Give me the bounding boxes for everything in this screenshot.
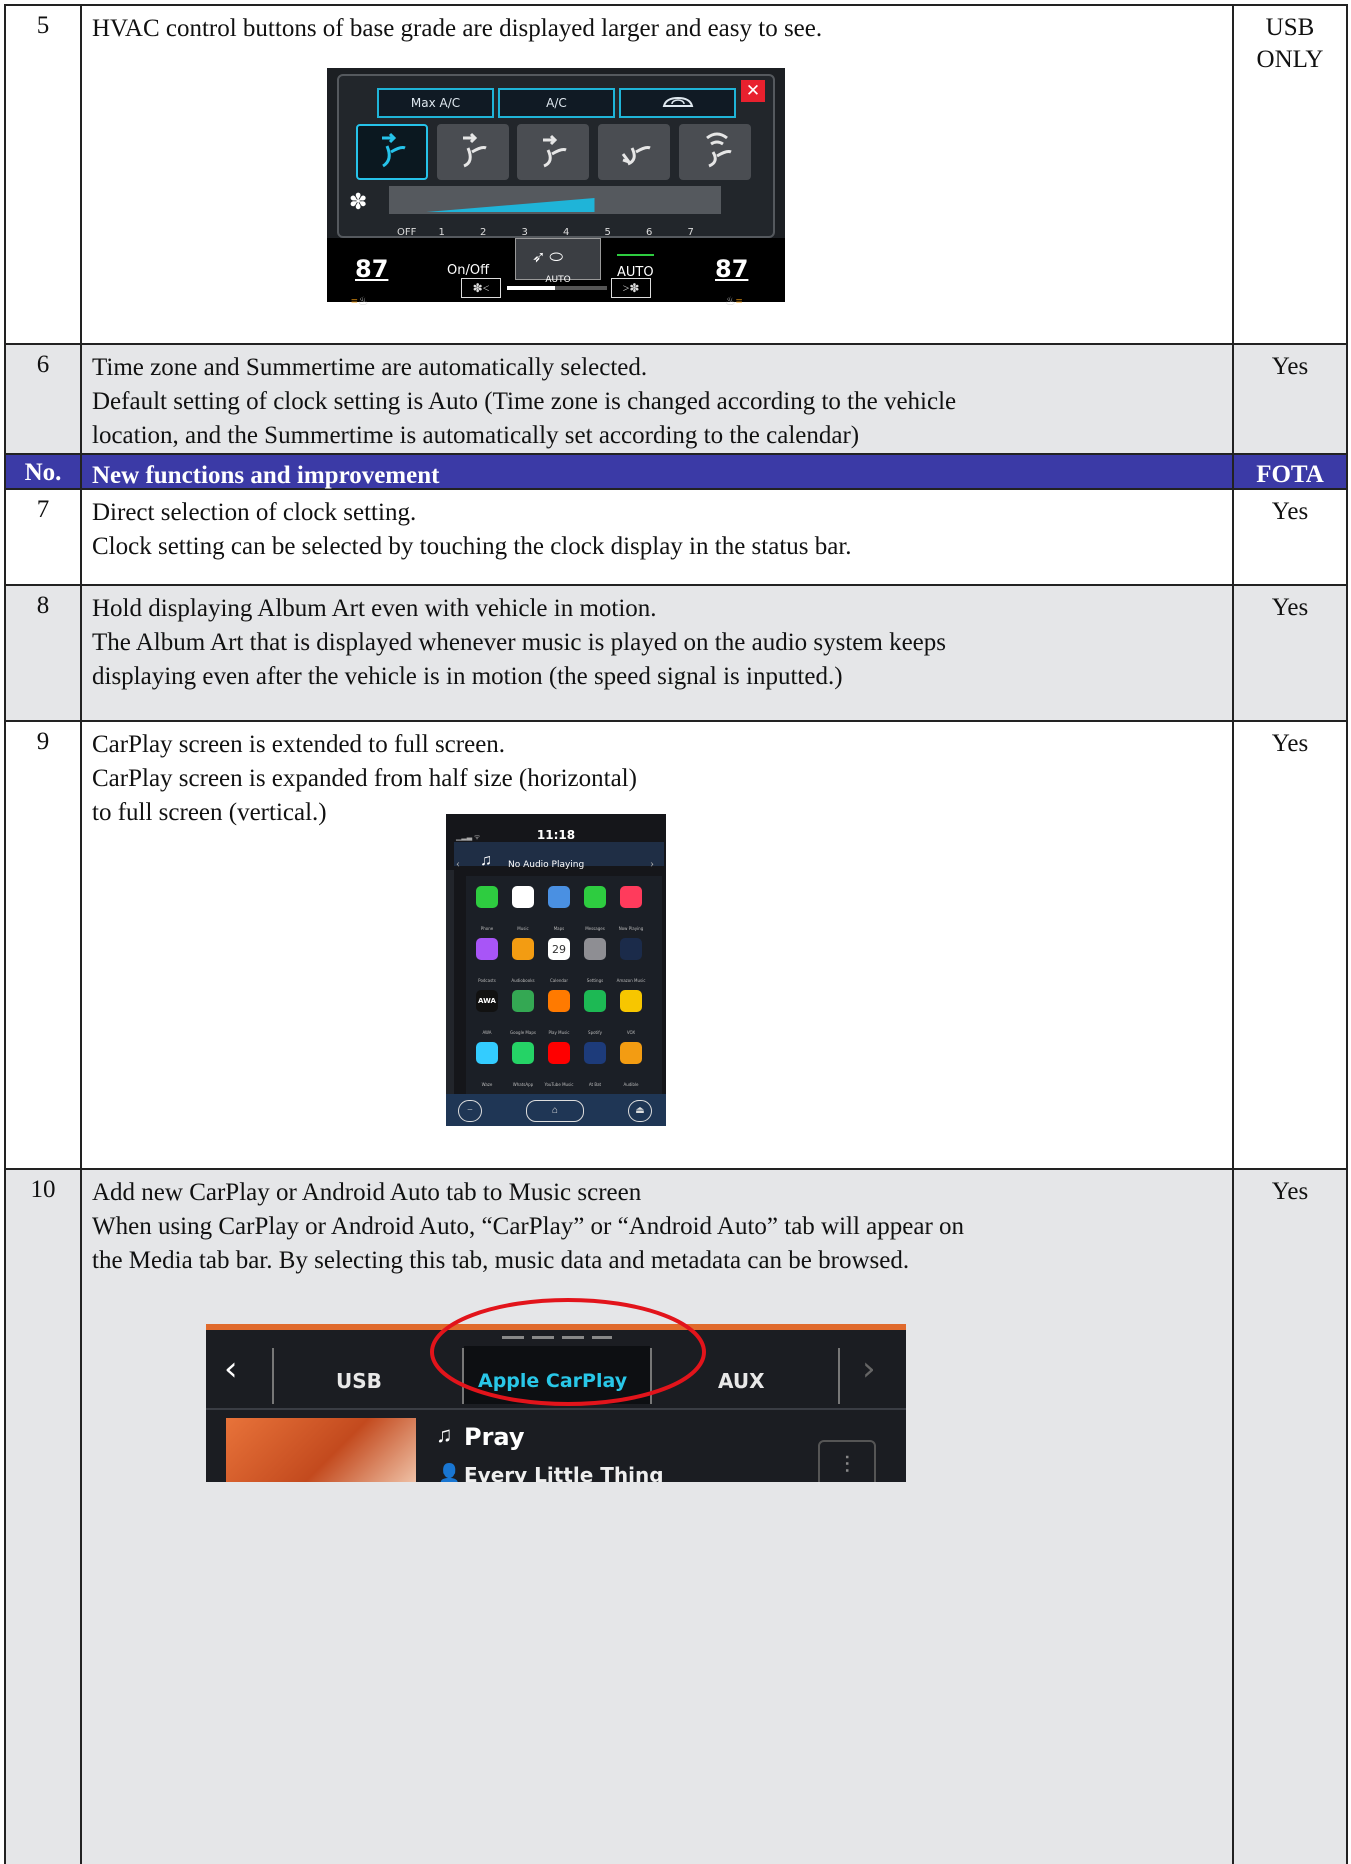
app-icon[interactable] bbox=[512, 1042, 534, 1064]
header-no: No. bbox=[6, 455, 82, 488]
max-ac-button[interactable]: Max A/C bbox=[377, 88, 494, 118]
tab-aux[interactable]: AUX bbox=[718, 1364, 765, 1398]
carplay-screenshot: 11:18 ▁▂▃ ᯤ ‹ ♫ No Audio Playing › Phone… bbox=[446, 814, 666, 1126]
row-description: Hold displaying Album Art even with vehi… bbox=[82, 586, 1234, 720]
table-row: 6 Time zone and Summertime are automatic… bbox=[4, 345, 1348, 455]
feature-table: 5 HVAC control buttons of base grade are… bbox=[4, 4, 1348, 1864]
back-arrow-icon[interactable]: ‹ bbox=[224, 1352, 238, 1386]
table-row: 10 Add new CarPlay or Android Auto tab t… bbox=[4, 1170, 1348, 1864]
auto-vent-icon: ➶ ⬭ bbox=[532, 249, 564, 266]
app-icon[interactable] bbox=[620, 1042, 642, 1064]
row-description: Time zone and Summertime are automatical… bbox=[82, 345, 1234, 453]
table-row: 8 Hold displaying Album Art even with ve… bbox=[4, 586, 1348, 722]
app-icon[interactable] bbox=[548, 990, 570, 1012]
app-icon[interactable] bbox=[620, 886, 642, 908]
fan-speed-level bbox=[426, 198, 595, 212]
row-number: 9 bbox=[6, 722, 82, 1168]
right-temperature: 87 bbox=[715, 255, 749, 283]
app-icon[interactable] bbox=[584, 1042, 606, 1064]
forward-chevron-icon[interactable]: › bbox=[650, 846, 654, 880]
music-note-icon: ♫ bbox=[480, 852, 492, 869]
right-seat-heater-icon[interactable]: ♨≡ bbox=[725, 284, 743, 318]
app-icon[interactable]: 29 bbox=[548, 938, 570, 960]
fota-value: Yes bbox=[1271, 353, 1309, 380]
profile-button[interactable]: ⏏ bbox=[628, 1100, 652, 1122]
left-temperature: 87 bbox=[355, 255, 389, 283]
app-icon[interactable] bbox=[584, 886, 606, 908]
minus-button[interactable]: − bbox=[458, 1100, 482, 1122]
app-icon[interactable] bbox=[476, 886, 498, 908]
album-art bbox=[226, 1418, 416, 1482]
app-icon[interactable] bbox=[584, 990, 606, 1012]
table-header: No. New functions and improvement FOTA bbox=[4, 455, 1348, 490]
app-icon[interactable] bbox=[620, 990, 642, 1012]
fan-icon: ✽ bbox=[349, 190, 368, 215]
app-icon[interactable] bbox=[512, 886, 534, 908]
app-icon[interactable] bbox=[512, 938, 534, 960]
recirculation-icon bbox=[662, 96, 693, 107]
fan-up-button[interactable]: >✽ bbox=[611, 278, 651, 298]
fota-value: USB ONLY bbox=[1256, 14, 1324, 73]
row-description: Add new CarPlay or Android Auto tab to M… bbox=[82, 1170, 1234, 1864]
recirculation-button[interactable] bbox=[619, 88, 736, 118]
app-icon[interactable]: AWA bbox=[476, 990, 498, 1012]
fan-level-ramp bbox=[426, 198, 595, 212]
row-number: 5 bbox=[6, 6, 82, 343]
app-icon[interactable] bbox=[512, 990, 534, 1012]
fan-down-button[interactable]: ✽< bbox=[461, 278, 501, 298]
tab-usb[interactable]: USB bbox=[336, 1364, 382, 1398]
song-note-icon: ♫ bbox=[436, 1422, 453, 1447]
table-row: 7 Direct selection of clock setting. Clo… bbox=[4, 490, 1348, 586]
fan-level-indicator bbox=[507, 286, 607, 290]
song-title: Pray bbox=[464, 1423, 525, 1451]
app-icon[interactable] bbox=[584, 938, 606, 960]
fota-value: Yes bbox=[1271, 1178, 1309, 1205]
header-fota: FOTA bbox=[1256, 461, 1324, 488]
app-grid: Phone Music Maps Messages Now Playing Podcast… bbox=[466, 876, 662, 1096]
artist-icon: 👤 bbox=[438, 1463, 461, 1482]
app-icon[interactable] bbox=[476, 938, 498, 960]
row-description: CarPlay screen is extended to full scree… bbox=[82, 722, 1234, 1168]
back-chevron-icon[interactable]: ‹ bbox=[456, 846, 460, 880]
close-icon[interactable]: ✕ bbox=[741, 80, 765, 102]
fota-value: Yes bbox=[1271, 498, 1309, 525]
table-row: 5 HVAC control buttons of base grade are… bbox=[4, 4, 1348, 345]
home-button[interactable]: ⌂ bbox=[526, 1100, 584, 1122]
app-icon[interactable] bbox=[548, 1042, 570, 1064]
fan-speed-labels: OFF 1 2 3 4 5 6 7 bbox=[389, 216, 721, 238]
header-description: New functions and improvement bbox=[82, 455, 1234, 489]
app-icon[interactable] bbox=[476, 1042, 498, 1064]
hvac-screenshot: Max A/C A/C ✕ ✽ OFF 1 2 3 4 5 6 7 87 ≡♨ … bbox=[327, 68, 785, 308]
row-number: 7 bbox=[6, 490, 82, 584]
fota-value: Yes bbox=[1271, 594, 1309, 621]
row-number: 6 bbox=[6, 345, 82, 453]
row-description: Direct selection of clock setting. Clock… bbox=[82, 490, 1234, 584]
artist-name: Every Little Thing bbox=[464, 1463, 664, 1482]
auto-mode-button[interactable]: AUTO ➶ ⬭ bbox=[515, 238, 601, 285]
fota-value: Yes bbox=[1271, 730, 1309, 757]
row-number: 10 bbox=[6, 1170, 82, 1864]
equalizer-button[interactable]: ⫶ bbox=[818, 1440, 876, 1482]
row-description: HVAC control buttons of base grade are d… bbox=[82, 6, 1234, 343]
left-seat-heater-icon[interactable]: ≡♨ bbox=[351, 284, 369, 318]
row-number: 8 bbox=[6, 586, 82, 720]
ac-button[interactable]: A/C bbox=[498, 88, 615, 118]
app-icon[interactable] bbox=[620, 938, 642, 960]
forward-arrow-icon[interactable]: › bbox=[862, 1352, 876, 1386]
highlight-ellipse bbox=[430, 1298, 706, 1406]
table-row: 9 CarPlay screen is extended to full scr… bbox=[4, 722, 1348, 1170]
app-icon[interactable] bbox=[548, 886, 570, 908]
